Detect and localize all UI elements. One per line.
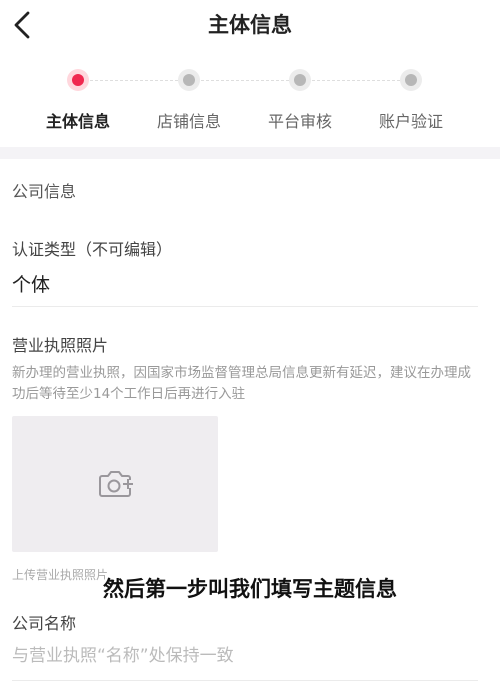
top-bar: 主体信息	[0, 0, 500, 50]
license-hint: 新办理的营业执照，因国家市场监督管理总局信息更新有延迟，建议在办理成功后等待至少…	[12, 365, 471, 402]
company-name-input[interactable]	[12, 640, 478, 672]
section-divider	[0, 147, 500, 159]
step-label: 店铺信息	[156, 112, 221, 131]
field-divider	[12, 306, 478, 307]
page-title: 主体信息	[208, 13, 292, 37]
company-name-label: 公司名称	[12, 614, 77, 633]
step-indicator	[178, 69, 200, 91]
step-account-verify: 账户验证	[356, 62, 466, 132]
video-subtitle: 然后第一步叫我们填写主题信息	[103, 577, 397, 601]
step-label: 主体信息	[45, 112, 110, 131]
field-divider	[12, 680, 478, 681]
license-label: 营业执照照片	[12, 336, 109, 355]
cert-type-label: 认证类型（不可编辑）	[12, 240, 173, 259]
step-indicator	[400, 69, 422, 91]
step-indicator	[67, 69, 89, 91]
license-upload-button[interactable]	[12, 416, 218, 552]
step-subject-info: 主体信息	[23, 62, 133, 132]
cert-type-value: 个体	[12, 274, 51, 296]
step-platform-review: 平台审核	[245, 62, 355, 132]
camera-plus-icon	[99, 471, 133, 497]
step-label: 账户验证	[378, 112, 443, 131]
progress-steps: 主体信息 店铺信息 平台审核 账户验证	[0, 62, 500, 142]
step-label: 平台审核	[267, 112, 332, 131]
section-title: 公司信息	[12, 182, 77, 201]
step-indicator	[289, 69, 311, 91]
step-shop-info: 店铺信息	[134, 62, 244, 132]
